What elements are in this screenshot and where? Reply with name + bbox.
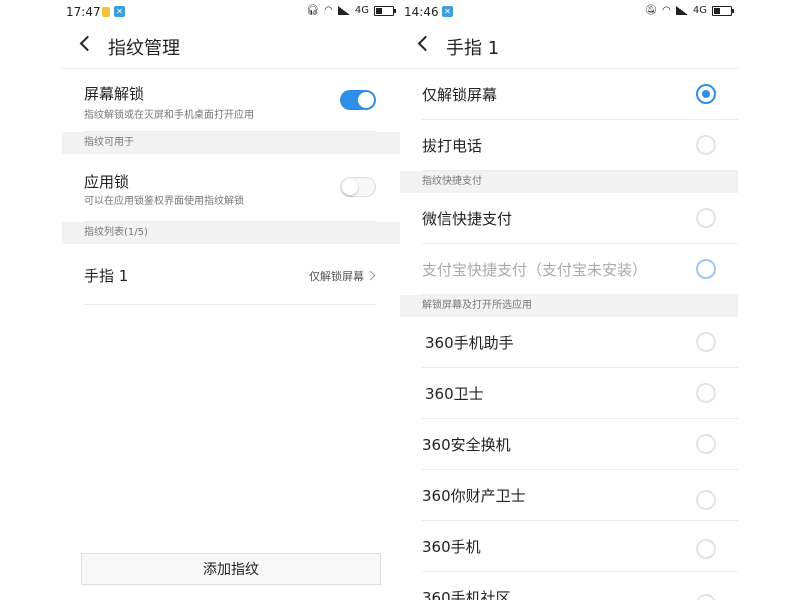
- chevron-right-icon: [365, 270, 376, 281]
- app-notification-icon: ✕: [442, 6, 453, 17]
- app-option[interactable]: 360手机社区: [422, 572, 738, 600]
- back-arrow-icon[interactable]: [417, 35, 434, 52]
- page-title: 指纹管理: [108, 38, 180, 59]
- app-lock-label: 应用锁: [84, 173, 130, 191]
- radio-button[interactable]: [696, 594, 716, 600]
- app-label: 360手机社区: [422, 589, 511, 600]
- option-label: 支付宝快捷支付（支付宝未安装）: [422, 261, 648, 279]
- radio-button[interactable]: [696, 539, 716, 559]
- back-arrow-icon[interactable]: [79, 35, 96, 52]
- mute-icon: 🔕︎: [644, 5, 658, 16]
- app-option[interactable]: 360卫士: [422, 368, 738, 419]
- screen-unlock-description: 指纹解锁或在灭屏和手机桌面打开应用: [84, 110, 254, 121]
- battery-icon: [712, 5, 734, 16]
- status-bar: 17:47 ✕ 🎧︎ ◠ 4G: [62, 0, 400, 24]
- finger-1-screen: 14:46 ✕ 🔕︎ ◠ 4G 手指 1 仅解锁屏幕 拔打电话 指纹快捷支付 微…: [400, 0, 738, 600]
- signal-icon: [337, 6, 350, 15]
- app-label: 360卫士: [425, 385, 484, 403]
- app-label: 360手机: [422, 538, 481, 556]
- network-type: 4G: [692, 5, 707, 16]
- radio-button-selected[interactable]: [696, 84, 716, 104]
- app-label: 360你财产卫士: [422, 487, 526, 505]
- radio-button[interactable]: [696, 383, 716, 403]
- app-label: 360安全换机: [422, 436, 511, 454]
- fingerprint-action-value: 仅解锁屏幕: [309, 270, 364, 283]
- radio-button[interactable]: [696, 434, 716, 454]
- title-bar: 手指 1: [400, 24, 738, 69]
- status-time: 14:46: [404, 5, 439, 19]
- option-unlock-screen-only[interactable]: 仅解锁屏幕: [422, 69, 738, 120]
- app-option[interactable]: 360手机助手: [422, 317, 738, 368]
- fingerprint-management-screen: 17:47 ✕ 🎧︎ ◠ 4G 指纹管理 屏幕解锁 指纹解锁或在灭屏和手机桌面打…: [62, 0, 400, 600]
- radio-button-disabled: [696, 259, 716, 279]
- app-label: 360手机助手: [425, 334, 514, 352]
- app-option[interactable]: 360安全换机: [422, 419, 738, 470]
- option-label: 拔打电话: [422, 137, 483, 155]
- radio-button[interactable]: [696, 208, 716, 228]
- option-make-call[interactable]: 拔打电话: [422, 120, 738, 171]
- toggle-knob: [342, 179, 358, 195]
- option-label: 仅解锁屏幕: [422, 86, 498, 104]
- screen-unlock-toggle[interactable]: [340, 90, 376, 110]
- battery-icon: [374, 5, 396, 16]
- wifi-icon: ◠: [662, 5, 671, 16]
- title-bar: 指纹管理: [62, 24, 400, 69]
- app-notification-icon: ✕: [114, 6, 125, 17]
- screen-unlock-row[interactable]: 屏幕解锁 指纹解锁或在灭屏和手机桌面打开应用: [84, 69, 376, 132]
- option-alipay: 支付宝快捷支付（支付宝未安装）: [422, 244, 738, 295]
- status-icons: 🔕︎ ◠ 4G: [644, 5, 734, 16]
- app-lock-toggle[interactable]: [340, 177, 376, 197]
- app-option[interactable]: 360你财产卫士: [422, 470, 738, 521]
- page-title: 手指 1: [446, 38, 500, 59]
- status-icons: 🎧︎ ◠ 4G: [306, 5, 396, 16]
- status-bar: 14:46 ✕ 🔕︎ ◠ 4G: [400, 0, 738, 24]
- app-lock-row[interactable]: 应用锁 可以在应用锁鉴权界面使用指纹解锁: [84, 154, 376, 222]
- section-header-fingerprint-list: 指纹列表(1/5): [62, 222, 400, 244]
- add-fingerprint-button[interactable]: 添加指纹: [81, 553, 381, 585]
- section-header-open-apps: 解锁屏幕及打开所选应用: [400, 295, 738, 317]
- option-wechat-pay[interactable]: 微信快捷支付: [422, 193, 738, 244]
- section-header-quick-pay: 指纹快捷支付: [400, 171, 738, 193]
- notification-icon: [102, 7, 110, 17]
- wifi-icon: ◠: [324, 5, 333, 16]
- fingerprint-name: 手指 1: [84, 267, 129, 285]
- toggle-knob: [358, 92, 374, 108]
- option-label: 微信快捷支付: [422, 210, 513, 228]
- radio-button[interactable]: [696, 332, 716, 352]
- screen-unlock-label: 屏幕解锁: [84, 85, 145, 103]
- fingerprint-item[interactable]: 手指 1 仅解锁屏幕: [84, 244, 376, 305]
- app-lock-description: 可以在应用锁鉴权界面使用指纹解锁: [84, 196, 244, 207]
- app-option[interactable]: 360手机: [422, 521, 738, 572]
- status-time: 17:47: [66, 5, 101, 19]
- signal-icon: [675, 6, 688, 15]
- section-header-usable: 指纹可用于: [62, 132, 400, 154]
- headphone-icon: 🎧︎: [306, 5, 320, 16]
- network-type: 4G: [354, 5, 369, 16]
- radio-button[interactable]: [696, 490, 716, 510]
- radio-button[interactable]: [696, 135, 716, 155]
